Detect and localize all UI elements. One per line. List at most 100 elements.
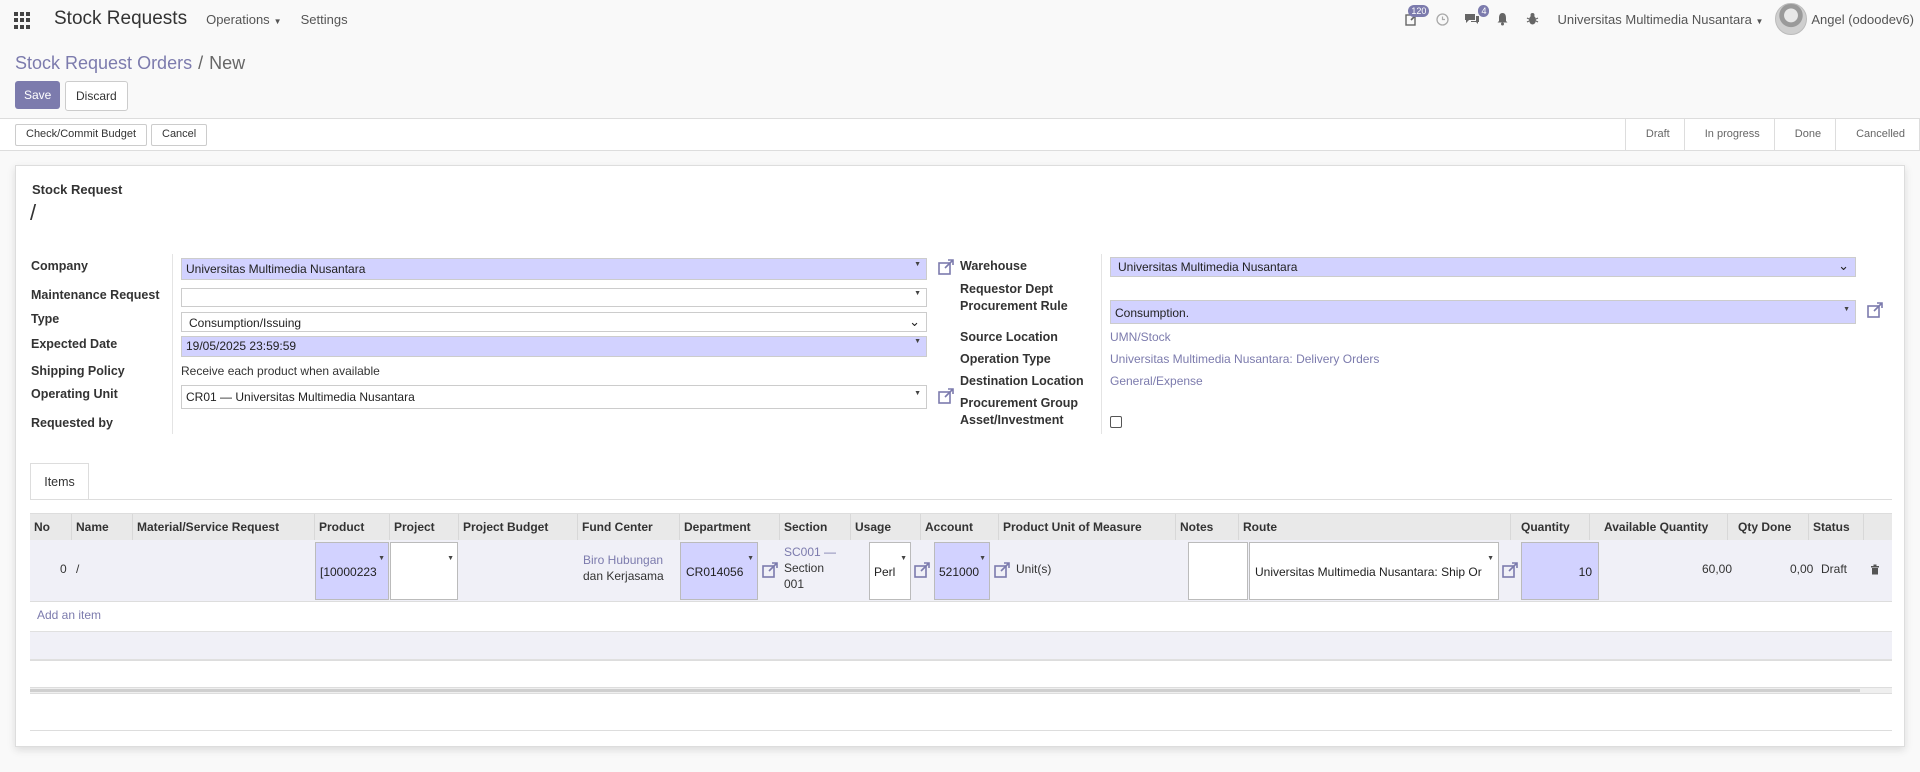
uom-value[interactable]: Unit(s) <box>1016 562 1051 576</box>
stage-draft[interactable]: Draft <box>1626 119 1685 150</box>
stage-in-progress[interactable]: In progress <box>1685 119 1775 150</box>
procurement-rule-value: Consumption. <box>1115 306 1190 320</box>
section-link[interactable]: SC001 — <box>784 545 836 559</box>
company-field[interactable]: Universitas Multimedia Nusantara ▼ <box>181 258 927 280</box>
warehouse-label: Warehouse <box>960 259 1027 273</box>
messages-button[interactable]: 4 <box>1461 5 1490 30</box>
product-field[interactable]: [10000223 ▼ <box>315 542 389 600</box>
breadcrumb-parent[interactable]: Stock Request Orders <box>15 53 192 73</box>
asset-investment-checkbox[interactable] <box>1110 416 1122 428</box>
items-table-header: No Name Material/Service Request Product… <box>30 513 1892 541</box>
bug-icon[interactable] <box>1521 8 1543 30</box>
route-field[interactable]: Universitas Multimedia Nusantara: Ship O… <box>1249 542 1499 600</box>
col-material-service-request[interactable]: Material/Service Request <box>133 514 315 541</box>
project-field[interactable]: ▼ <box>390 542 458 600</box>
col-available-quantity[interactable]: Available Quantity <box>1590 514 1728 541</box>
expected-date-value: 19/05/2025 23:59:59 <box>186 339 297 353</box>
notes-input[interactable] <box>1188 542 1248 600</box>
cancel-button[interactable]: Cancel <box>151 124 208 146</box>
operating-unit-field[interactable]: CR01 — Universitas Multimedia Nusantara ▼ <box>181 385 927 409</box>
section-line2: Section <box>784 561 825 575</box>
destination-location-link[interactable]: General/Expense <box>1110 374 1203 388</box>
menu-settings[interactable]: Settings <box>301 12 348 27</box>
external-link-icon[interactable] <box>993 561 1011 579</box>
dropdown-caret-icon: ▼ <box>914 390 921 397</box>
type-select[interactable]: Consumption/Issuing ⌄ <box>181 312 927 332</box>
external-link-icon[interactable] <box>937 258 955 276</box>
maintenance-request-field[interactable]: ▼ <box>181 288 927 307</box>
procurement-group-label: Procurement Group <box>960 396 1079 410</box>
row-no: 0 <box>60 562 67 576</box>
tab-items[interactable]: Items <box>30 463 89 500</box>
procurement-rule-field[interactable]: Consumption. ▼ <box>1110 300 1856 324</box>
external-link-icon[interactable] <box>913 561 931 579</box>
external-link-icon[interactable] <box>937 387 955 405</box>
col-usage[interactable]: Usage <box>851 514 921 541</box>
save-button[interactable]: Save <box>15 81 61 109</box>
stage-done[interactable]: Done <box>1775 119 1837 150</box>
col-product-uom[interactable]: Product Unit of Measure <box>999 514 1176 541</box>
dropdown-caret-icon: ▼ <box>914 338 921 345</box>
app-title: Stock Requests <box>54 8 188 29</box>
account-field[interactable]: 521000 ▼ <box>934 542 990 600</box>
breadcrumb-current: New <box>209 53 246 73</box>
tab-divider <box>30 499 1892 500</box>
trash-icon[interactable] <box>1870 564 1880 575</box>
usage-field[interactable]: Perl ▼ <box>869 542 911 600</box>
col-department[interactable]: Department <box>680 514 780 541</box>
col-section[interactable]: Section <box>780 514 851 541</box>
col-product[interactable]: Product <box>315 514 390 541</box>
clock-icon[interactable] <box>1431 8 1453 30</box>
external-link-icon[interactable] <box>1501 561 1519 579</box>
stage-pipeline: Draft In progress Done Cancelled <box>1624 119 1920 150</box>
external-link-icon[interactable] <box>1866 301 1884 319</box>
shipping-policy-label: Shipping Policy <box>31 364 125 378</box>
company-switcher[interactable]: Universitas Multimedia Nusantara ▼ <box>1557 12 1763 27</box>
col-qty-done[interactable]: Qty Done <box>1728 514 1809 541</box>
check-commit-budget-button[interactable]: Check/Commit Budget <box>15 124 148 146</box>
destination-location-label: Destination Location <box>960 374 1084 388</box>
col-route[interactable]: Route <box>1239 514 1511 541</box>
fund-center-link[interactable]: Biro Hubungan <box>583 553 663 567</box>
add-item-link[interactable]: Add an item <box>37 608 101 622</box>
external-link-icon[interactable] <box>761 561 779 579</box>
col-no[interactable]: No <box>30 514 72 541</box>
breadcrumb: Stock Request Orders / New <box>15 53 245 74</box>
operation-type-label: Operation Type <box>960 352 1051 366</box>
bell-icon[interactable] <box>1491 8 1513 30</box>
section-line3: 001 <box>784 577 805 591</box>
col-notes[interactable]: Notes <box>1176 514 1239 541</box>
col-status[interactable]: Status <box>1809 514 1864 541</box>
col-name[interactable]: Name <box>72 514 133 541</box>
expected-date-label: Expected Date <box>31 337 118 351</box>
col-project[interactable]: Project <box>390 514 459 541</box>
apps-grid-icon[interactable] <box>14 9 34 29</box>
menu-operations[interactable]: Operations ▼ <box>206 12 282 27</box>
requested-by-label: Requested by <box>31 416 113 430</box>
col-project-budget[interactable]: Project Budget <box>459 514 578 541</box>
activity-button[interactable]: 120 <box>1401 5 1430 30</box>
status-value: Draft <box>1821 562 1848 576</box>
dropdown-caret-icon: ▼ <box>747 555 754 562</box>
col-quantity[interactable]: Quantity <box>1511 514 1590 541</box>
operation-type-link[interactable]: Universitas Multimedia Nusantara: Delive… <box>1110 352 1379 366</box>
warehouse-select[interactable]: Universitas Multimedia Nusantara ⌄ <box>1110 257 1856 277</box>
user-menu[interactable]: Angel (odoodev6) <box>1811 12 1914 27</box>
source-location-link[interactable]: UMN/Stock <box>1110 330 1171 344</box>
discard-button[interactable]: Discard <box>65 81 128 111</box>
chevron-down-icon: ⌄ <box>909 314 920 329</box>
horizontal-scrollbar[interactable] <box>30 687 1892 694</box>
col-account[interactable]: Account <box>921 514 999 541</box>
activity-badge: 120 <box>1408 5 1430 17</box>
scrollbar-thumb[interactable] <box>30 689 1860 692</box>
row-name[interactable]: / <box>76 562 79 576</box>
avatar[interactable] <box>1775 3 1808 35</box>
department-field[interactable]: CR014056 ▼ <box>680 542 758 600</box>
table-row[interactable]: 0 / [10000223 ▼ ▼ Biro Hubungan dan Kerja… <box>30 540 1892 602</box>
expected-date-field[interactable]: 19/05/2025 23:59:59 ▼ <box>181 336 927 357</box>
col-fund-center[interactable]: Fund Center <box>578 514 680 541</box>
stage-cancelled[interactable]: Cancelled <box>1836 119 1920 150</box>
breadcrumb-separator: / <box>198 53 204 73</box>
dropdown-caret-icon: ▼ <box>914 290 921 297</box>
quantity-input[interactable]: 10 <box>1521 542 1599 600</box>
